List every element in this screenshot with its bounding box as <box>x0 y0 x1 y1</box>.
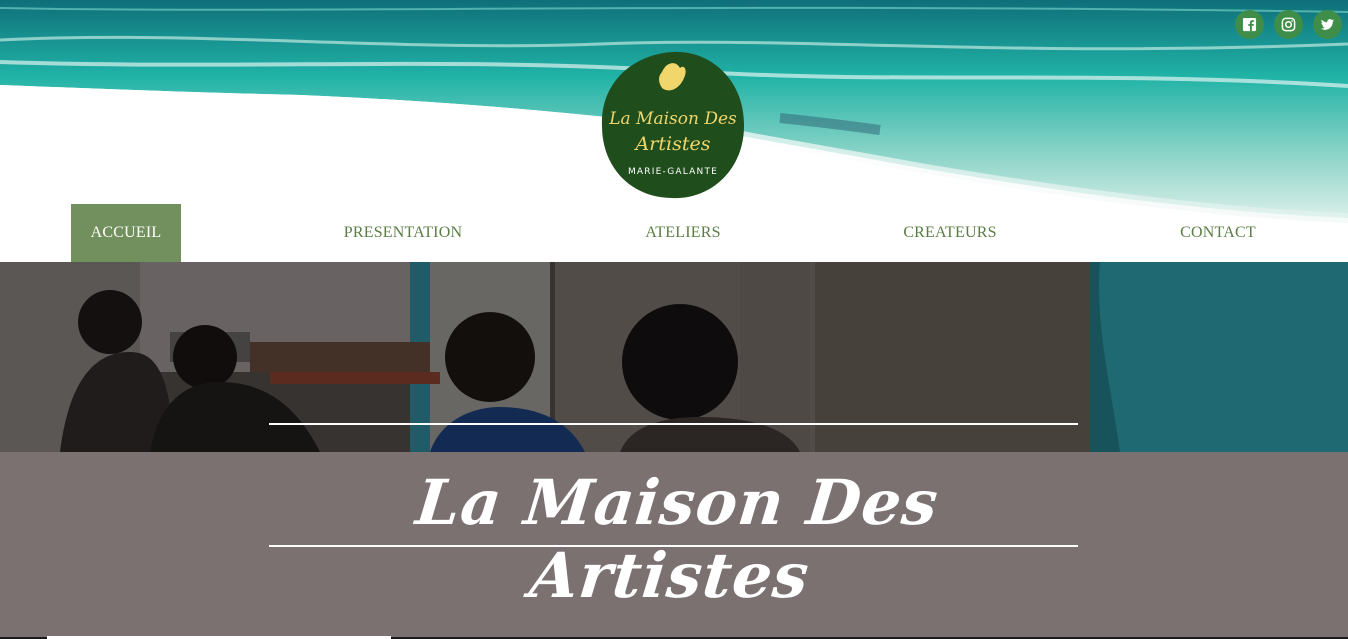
hero-title: La Maison Des Artistes <box>412 466 943 612</box>
nav-item-createurs[interactable]: CREATEURS <box>885 204 1015 262</box>
facebook-link[interactable] <box>1235 10 1264 39</box>
nav-item-ateliers[interactable]: ATELIERS <box>623 204 743 262</box>
twitter-icon <box>1320 19 1335 30</box>
nav-item-contact[interactable]: CONTACT <box>1163 204 1273 262</box>
title-rule-top <box>269 423 1078 425</box>
instagram-link[interactable] <box>1274 10 1303 39</box>
logo-line1: La Maison Des <box>608 109 737 129</box>
instagram-icon <box>1281 17 1296 32</box>
hero-section: La Maison Des Artistes <box>0 262 1348 639</box>
nav-item-accueil[interactable]: ACCUEIL <box>71 204 181 262</box>
twitter-link[interactable] <box>1313 10 1342 39</box>
main-navigation: ACCUEIL PRESENTATION ATELIERS CREATEURS … <box>0 204 1348 262</box>
site-logo[interactable]: La Maison Des Artistes MARIE-GALANTE <box>600 50 746 200</box>
nav-item-presentation[interactable]: PRESENTATION <box>323 204 483 262</box>
facebook-icon <box>1242 17 1257 32</box>
title-rule-bottom <box>269 545 1078 547</box>
logo-line3: MARIE-GALANTE <box>628 167 718 177</box>
logo-line2: Artistes <box>634 133 711 155</box>
social-links <box>1235 10 1342 39</box>
